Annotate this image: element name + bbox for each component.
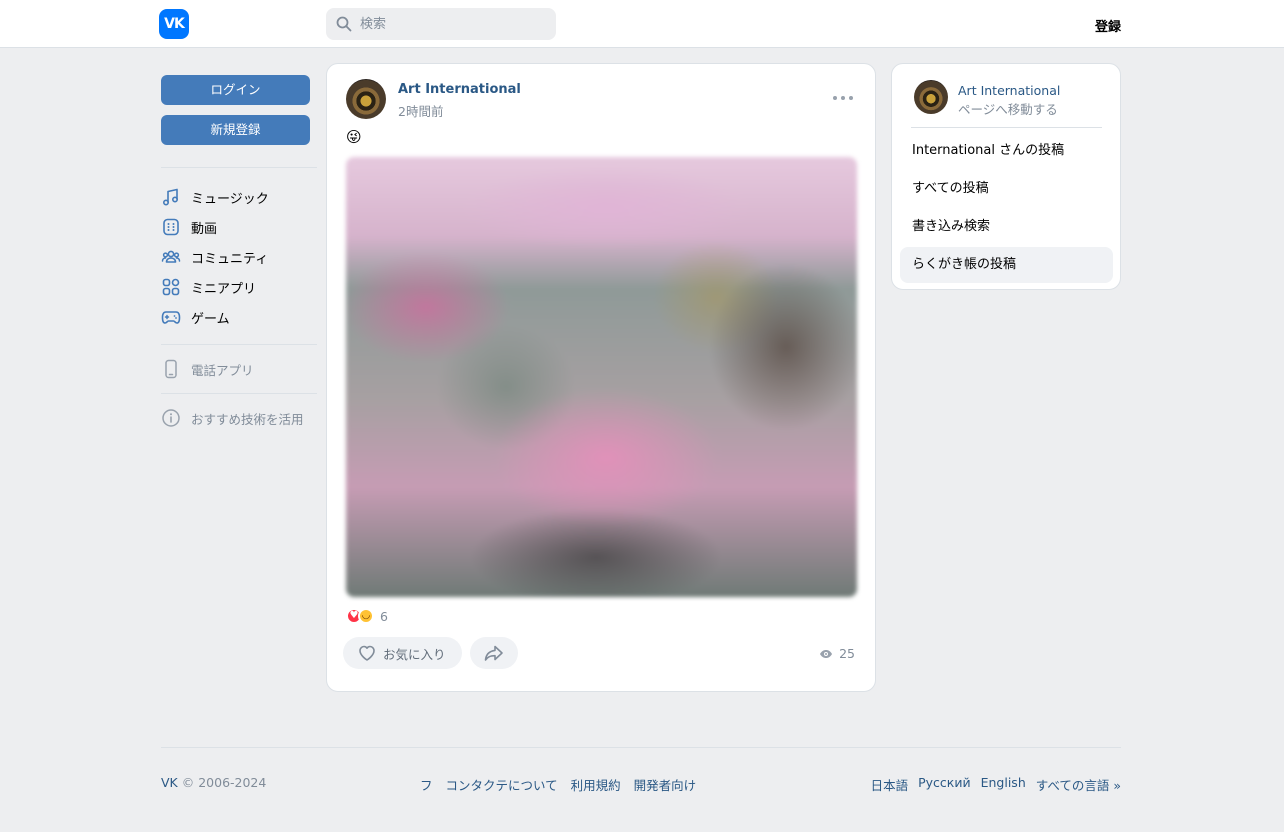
music-icon [162,188,179,206]
sidebar-item-recommendations[interactable]: おすすめ技術を活用 [161,404,321,432]
sidebar-item-label: ミュージック [191,191,269,207]
sidebar-item-mini-apps[interactable]: ミニアプリ [161,273,321,301]
sidebar-item-community[interactable]: コミュニティ [161,243,321,271]
post-text-emoji: 😜 [346,128,362,146]
sidebar-divider [161,167,317,168]
share-button[interactable] [470,637,518,669]
community-avatar[interactable] [914,80,948,114]
side-link-international-posts[interactable]: International さんの投稿 [900,133,1113,169]
lang-english[interactable]: English [981,775,1026,794]
author-avatar[interactable] [346,79,386,119]
side-link-all-posts[interactable]: すべての投稿 [900,171,1113,207]
sidebar-divider [161,393,317,394]
reaction-count: 6 [380,608,388,624]
reactions-summary[interactable]: ♥ ◡ 6 [346,608,388,624]
post-photo[interactable] [346,157,857,597]
footer-brand[interactable]: VK [161,775,178,790]
info-icon [162,409,180,427]
post-time[interactable]: 2時間前 [398,101,443,120]
lang-russian[interactable]: Русский [918,775,970,794]
search-box[interactable] [326,8,556,40]
sidebar-item-label: 電話アプリ [191,362,254,378]
go-to-page-link[interactable]: ページへ移動する [958,99,1058,118]
sidebar-item-label: ゲーム [191,311,230,327]
footer-links: フ コンタクテについて 利用規約 開発者向け [420,775,696,794]
footer-link-developers[interactable]: 開発者向け [634,775,697,794]
share-icon [484,645,503,661]
community-icon [161,250,181,263]
community-side-panel: Art International ページへ移動する International… [891,63,1121,290]
heart-icon [359,645,375,661]
sidebar-item-label: 動画 [191,221,218,237]
lang-all[interactable]: すべての言語 » [1036,775,1121,794]
footer-copyright: VK © 2006-2024 [161,775,266,790]
sidebar-item-games[interactable]: ゲーム [161,303,321,331]
video-icon [163,218,179,236]
sidebar-item-label: おすすめ技術を活用 [191,411,304,427]
phone-icon [165,359,177,379]
more-options-icon[interactable] [833,96,853,102]
footer-divider [161,747,1121,748]
sidebar-item-video[interactable]: 動画 [161,213,321,241]
laugh-reaction-icon: ◡ [358,608,374,624]
side-link-wall-posts[interactable]: らくがき帳の投稿 [900,247,1113,283]
signup-button[interactable]: 新規登録 [161,115,310,145]
mini-apps-icon [162,278,180,296]
community-name[interactable]: Art International [958,83,1060,98]
post-author[interactable]: Art International [398,82,521,97]
eye-icon [820,649,833,658]
vk-logo[interactable]: VK [159,9,189,39]
sidebar-item-label: ミニアプリ [191,281,257,297]
sidebar-item-label: コミュニティ [191,251,269,267]
login-button[interactable]: ログイン [161,75,310,105]
top-bar: VK 登録 [0,0,1284,48]
footer-years: © 2006-2024 [181,775,267,790]
search-icon [336,16,352,32]
sidebar-item-music[interactable]: ミュージック [161,183,321,211]
footer-link-terms[interactable]: 利用規約 [571,775,621,794]
sidebar-divider [161,344,317,345]
like-button[interactable]: お気に入り [343,637,462,669]
lang-japanese[interactable]: 日本語 [871,775,909,794]
post-card: Art International 2時間前 😜 ♥ ◡ 6 お気に入り 25 [326,63,876,692]
views-count: 25 [839,646,855,661]
views-counter: 25 [819,646,855,661]
like-label: お気に入り [383,646,446,662]
footer-link-about[interactable]: コンタクテについて [446,775,558,794]
gamepad-icon [161,311,181,324]
footer-link[interactable]: フ [420,775,433,794]
sidebar-item-phone-app[interactable]: 電話アプリ [161,355,321,383]
side-divider [911,127,1102,128]
search-input[interactable] [360,8,550,40]
register-link[interactable]: 登録 [1095,16,1121,35]
footer-languages: 日本語 Русский English すべての言語 » [871,775,1121,794]
side-link-search-posts[interactable]: 書き込み検索 [900,209,1113,245]
